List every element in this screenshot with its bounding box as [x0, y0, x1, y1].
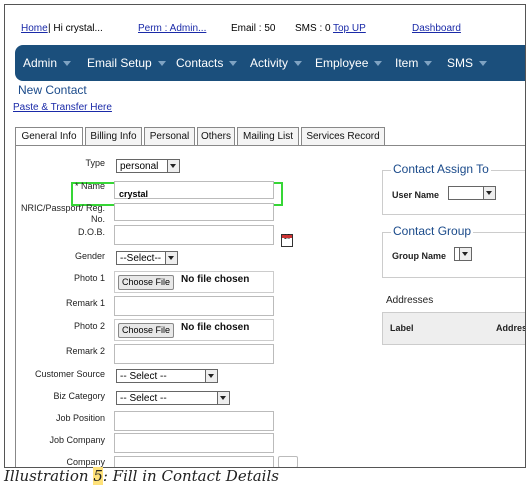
photo2-no-file-text: No file chosen: [181, 322, 250, 333]
name-value: crystal: [119, 189, 149, 199]
tab-general-info[interactable]: General Info: [15, 127, 83, 146]
greeting-text: | Hi crystal...: [48, 23, 103, 34]
addresses-title: Addresses: [386, 295, 434, 306]
type-value: personal: [120, 161, 159, 172]
caption-number: 5: [93, 467, 103, 485]
chevron-down-icon: [157, 61, 166, 67]
contact-group-title: Contact Group: [391, 224, 474, 238]
chevron-down-icon: [165, 252, 177, 264]
dob-label: D.O.B.: [77, 227, 105, 237]
nav-label: Activity: [250, 56, 289, 70]
nav-label: Employee: [315, 56, 369, 70]
user-name-select[interactable]: [448, 186, 496, 200]
company-label: Company: [66, 457, 105, 467]
biz-category-value: -- Select --: [120, 393, 167, 404]
nav-activity[interactable]: Activity: [250, 56, 303, 70]
job-company-label: Job Company: [49, 435, 105, 445]
dashboard-link[interactable]: Dashboard: [412, 23, 461, 34]
company-lookup-button[interactable]: [278, 456, 298, 467]
job-company-field[interactable]: [114, 433, 274, 453]
nav-contacts[interactable]: Contacts: [176, 56, 238, 70]
nav-email-setup[interactable]: Email Setup: [87, 56, 166, 70]
chevron-down-icon: [459, 248, 471, 260]
page-title: New Contact: [18, 83, 87, 97]
paste-transfer-link[interactable]: Paste & Transfer Here: [13, 102, 112, 113]
chevron-down-icon: [424, 61, 433, 67]
screenshot-frame: Home | Hi crystal... Perm : Admin... Ema…: [4, 4, 526, 468]
chevron-down-icon: [217, 392, 229, 404]
addresses-table-header: Label Addres: [382, 312, 526, 345]
addr-col-address: Addres: [496, 323, 526, 333]
customer-source-select[interactable]: -- Select --: [116, 369, 218, 383]
user-name-label: User Name: [392, 190, 440, 200]
type-select[interactable]: personal: [116, 159, 180, 173]
nav-label: Admin: [23, 56, 58, 70]
addr-col-label: Label: [390, 323, 414, 333]
group-name-select[interactable]: [454, 247, 472, 261]
job-position-field[interactable]: [114, 411, 274, 431]
email-count: Email : 50: [231, 23, 276, 34]
name-label: * Name: [74, 181, 105, 191]
chevron-down-icon: [63, 61, 72, 67]
nav-label: Email Setup: [87, 56, 152, 70]
gender-label: Gender: [74, 251, 105, 261]
nric-label: NRIC/Passport/ Reg. No.: [20, 203, 105, 224]
caption-suffix: : Fill in Contact Details: [102, 467, 279, 485]
chevron-down-icon: [483, 187, 495, 199]
remark2-field[interactable]: [114, 344, 274, 364]
biz-category-select[interactable]: -- Select --: [116, 391, 230, 405]
customer-source-value: -- Select --: [120, 371, 167, 382]
chevron-down-icon: [294, 61, 303, 67]
dob-field[interactable]: [114, 225, 274, 245]
photo1-label: Photo 1: [73, 273, 105, 283]
chevron-down-icon: [167, 160, 179, 172]
tab-others[interactable]: Others: [197, 127, 235, 146]
nav-employee[interactable]: Employee: [315, 56, 383, 70]
photo1-no-file-text: No file chosen: [181, 274, 250, 285]
nav-label: SMS: [447, 56, 474, 70]
remark1-label: Remark 1: [65, 298, 105, 308]
tab-personal[interactable]: Personal: [144, 127, 195, 146]
caption-prefix: Illustration: [4, 467, 94, 485]
contact-assign-title: Contact Assign To: [391, 162, 491, 176]
tab-mailing-list[interactable]: Mailing List: [237, 127, 299, 146]
nav-sms[interactable]: SMS: [447, 56, 488, 70]
home-link[interactable]: Home: [21, 23, 48, 34]
photo1-file-input: Choose File No file chosen: [114, 271, 274, 293]
calendar-icon[interactable]: 10: [281, 234, 293, 247]
nav-label: Contacts: [176, 56, 224, 70]
top-bar: Home | Hi crystal... Perm : Admin... Ema…: [5, 5, 525, 45]
illustration-caption: Illustration 5: Fill in Contact Details: [4, 467, 279, 485]
photo1-choose-file-button[interactable]: Choose File: [118, 275, 175, 290]
nav-label: Item: [395, 56, 419, 70]
job-position-label: Job Position: [55, 413, 105, 423]
topup-link[interactable]: Top UP: [333, 23, 366, 34]
gender-select[interactable]: --Select--: [116, 251, 178, 265]
main-nav: Admin Email Setup Contacts Activity Empl…: [15, 45, 525, 81]
chevron-down-icon: [479, 61, 488, 67]
remark2-label: Remark 2: [65, 346, 105, 356]
perm-link[interactable]: Perm : Admin...: [138, 23, 206, 34]
tab-billing-info[interactable]: Billing Info: [85, 127, 142, 146]
photo2-file-input: Choose File No file chosen: [114, 319, 274, 341]
gender-value: --Select--: [120, 253, 162, 264]
nav-item[interactable]: Item: [395, 56, 433, 70]
chevron-down-icon: [205, 370, 217, 382]
customer-source-label: Customer Source: [34, 369, 105, 379]
sms-count: SMS : 0: [295, 23, 331, 34]
group-name-label: Group Name: [392, 251, 447, 261]
chevron-down-icon: [229, 61, 238, 67]
nric-field[interactable]: [114, 203, 274, 221]
nav-admin[interactable]: Admin: [23, 56, 72, 70]
type-label: Type: [85, 158, 105, 168]
photo2-label: Photo 2: [73, 321, 105, 331]
photo2-choose-file-button[interactable]: Choose File: [118, 323, 175, 338]
chevron-down-icon: [374, 61, 383, 67]
biz-category-label: Biz Category: [53, 391, 105, 401]
tab-services-record[interactable]: Services Record: [301, 127, 385, 146]
remark1-field[interactable]: [114, 296, 274, 316]
